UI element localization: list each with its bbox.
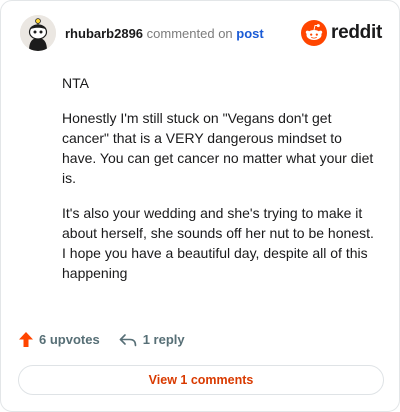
avatar[interactable]	[20, 15, 56, 51]
logo-wordmark: reddit	[331, 22, 382, 43]
reddit-logo[interactable]: reddit	[301, 20, 382, 46]
action-text: commented on	[146, 26, 233, 41]
reddit-snoo-icon	[301, 20, 328, 46]
comment-footer: 6 upvotes 1 reply	[18, 331, 185, 348]
reply-button[interactable]: 1 reply	[119, 332, 185, 347]
comment-paragraph: NTA	[62, 75, 89, 91]
comment-body: NTA Honestly I'm still stuck on "Vegans …	[62, 73, 380, 298]
comment-header: rhubarb2896 commented on post	[65, 26, 264, 42]
reply-count: 1 reply	[142, 332, 185, 347]
reply-arrow-icon	[119, 333, 136, 346]
upvote-arrow-icon	[19, 332, 33, 347]
comment-paragraph: Honestly I'm still stuck on "Vegans don'…	[62, 110, 374, 186]
comment-paragraph: It's also your wedding and she's trying …	[62, 205, 374, 281]
comment-card: rhubarb2896 commented on post reddit NTA…	[0, 0, 400, 412]
snoo-avatar-icon	[20, 15, 56, 51]
view-comments-button[interactable]: View 1 comments	[18, 365, 384, 395]
post-link[interactable]: post	[236, 26, 263, 41]
upvote-count: 6 upvotes	[39, 332, 100, 347]
username[interactable]: rhubarb2896	[65, 26, 143, 41]
upvote-button[interactable]: 6 upvotes	[18, 331, 100, 348]
